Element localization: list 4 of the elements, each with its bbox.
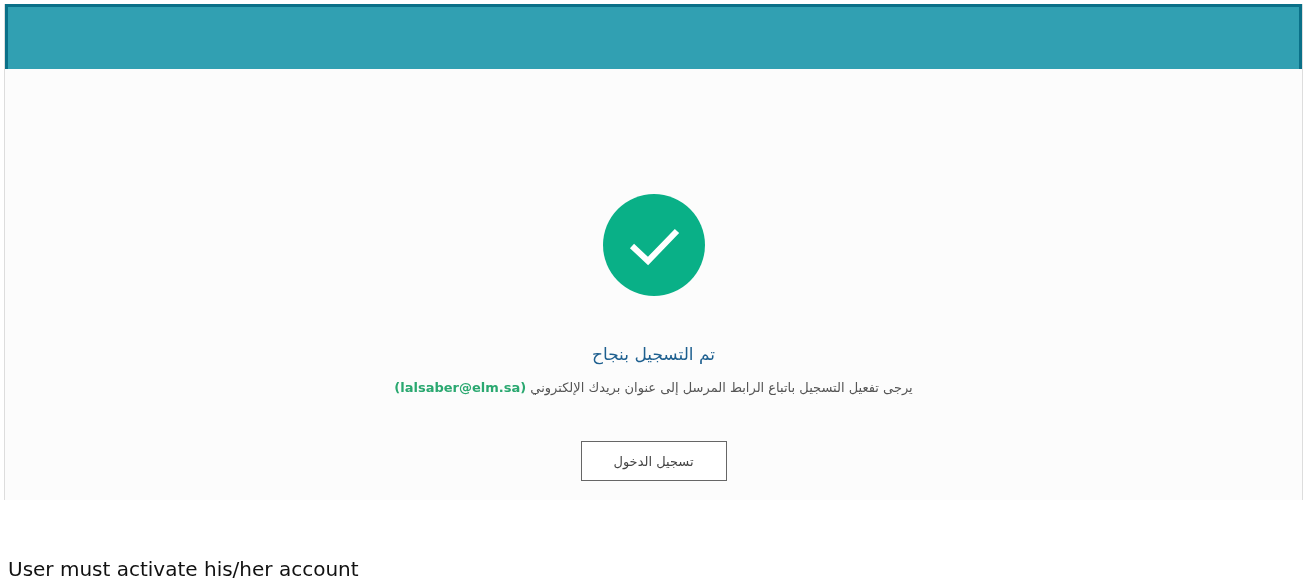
caption: User must activate his/her account [8, 558, 359, 580]
success-title: تم التسجيل بنجاح [592, 344, 715, 364]
login-button[interactable]: تسجيل الدخول [580, 441, 727, 481]
success-check-icon [602, 194, 705, 296]
